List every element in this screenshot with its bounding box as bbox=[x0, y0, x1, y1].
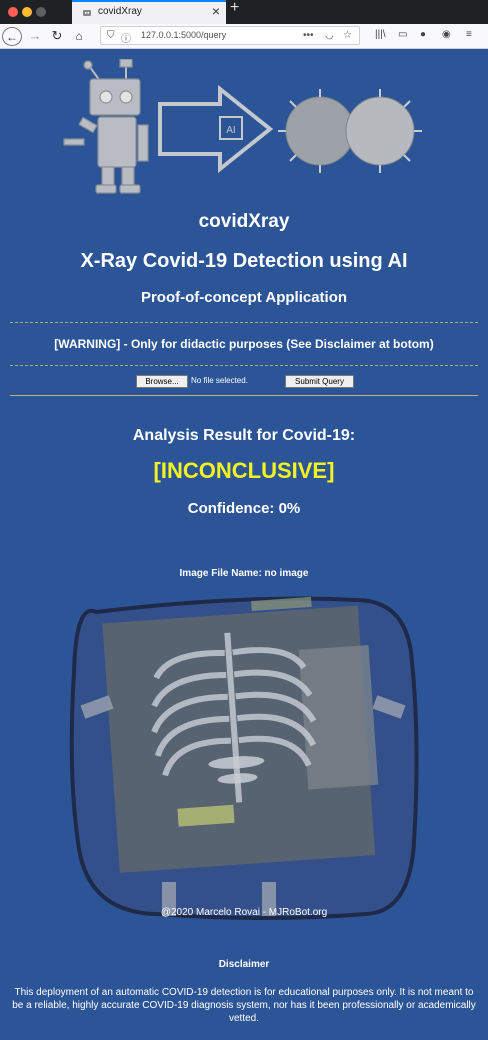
forward-arrow-icon[interactable]: → bbox=[28, 27, 42, 44]
browse-button[interactable]: Browse... bbox=[136, 375, 188, 388]
warning-text: [WARNING] - Only for didactic purposes (… bbox=[54, 337, 434, 351]
robot-favicon-icon bbox=[83, 10, 91, 16]
disclaimer-title: Disclaimer bbox=[218, 959, 270, 970]
tab-title: covidXray bbox=[98, 6, 142, 17]
minimize-window-icon[interactable] bbox=[22, 7, 32, 17]
url-text[interactable]: 127.0.0.1:5000/query bbox=[141, 30, 226, 40]
library-icon[interactable]: |||\ bbox=[375, 29, 386, 40]
browser-tab[interactable]: covidXray × bbox=[72, 0, 226, 24]
divider bbox=[10, 395, 478, 396]
pocket-icon[interactable]: ◡ bbox=[325, 30, 334, 41]
back-arrow-icon[interactable]: ← bbox=[2, 27, 22, 46]
browser-tab-bar: covidXray × + bbox=[0, 0, 488, 24]
page-title: X-Ray Covid-19 Detection using AI bbox=[80, 250, 408, 272]
divider bbox=[10, 365, 478, 366]
hero-illustration: AI bbox=[63, 59, 422, 194]
account-icon[interactable]: ● bbox=[420, 29, 426, 40]
submit-query-button[interactable]: Submit Query bbox=[285, 375, 354, 388]
xray-placeholder-image bbox=[69, 596, 419, 920]
ai-chip-label: AI bbox=[226, 125, 235, 136]
more-icon[interactable]: ••• bbox=[303, 30, 314, 41]
app-name: covidXray bbox=[198, 211, 290, 232]
page-subtitle: Proof-of-concept Application bbox=[140, 289, 348, 306]
result-label: Analysis Result for Covid-19: bbox=[132, 427, 356, 444]
arrow-icon: AI bbox=[158, 84, 274, 174]
close-tab-icon[interactable]: × bbox=[212, 3, 220, 19]
new-tab-button[interactable]: + bbox=[230, 0, 239, 17]
result-value: [INCONCLUSIVE] bbox=[153, 458, 335, 483]
home-icon[interactable]: ⌂ bbox=[72, 27, 86, 44]
close-window-icon[interactable] bbox=[8, 7, 18, 17]
confidence-value: Confidence: 0% bbox=[187, 500, 301, 517]
page-content: AI covidXray X-Ray Covid-19 Detection us… bbox=[0, 49, 488, 1040]
robot-icon bbox=[63, 59, 149, 194]
menu-icon[interactable]: ≡ bbox=[466, 29, 472, 40]
browser-toolbar: ← → ↻ ⌂ ⛉ ⓘ 127.0.0.1:5000/query ••• ◡ ☆… bbox=[0, 24, 488, 49]
zoom-window-icon[interactable] bbox=[36, 7, 46, 17]
file-status: No file selected. bbox=[191, 376, 248, 385]
divider bbox=[10, 322, 478, 323]
star-icon[interactable]: ☆ bbox=[343, 30, 352, 41]
extension-icon[interactable]: ◉ bbox=[442, 29, 451, 40]
image-file-name: Image File Name: no image bbox=[179, 568, 309, 579]
reload-icon[interactable]: ↻ bbox=[50, 27, 64, 44]
upload-form: Browse... No file selected. Submit Query bbox=[0, 375, 488, 388]
sidebar-icon[interactable]: ▭ bbox=[398, 29, 407, 40]
info-icon[interactable]: ⓘ bbox=[121, 30, 131, 45]
shield-icon[interactable]: ⛉ bbox=[107, 30, 115, 41]
url-bar[interactable]: ⛉ ⓘ 127.0.0.1:5000/query ••• ◡ ☆ bbox=[100, 26, 360, 45]
virus-icon bbox=[278, 89, 422, 173]
disclaimer-text: This deployment of an automatic COVID-19… bbox=[12, 987, 476, 1024]
copyright-text: @2020 Marcelo Rovai - MJRoBot.org bbox=[160, 907, 328, 918]
